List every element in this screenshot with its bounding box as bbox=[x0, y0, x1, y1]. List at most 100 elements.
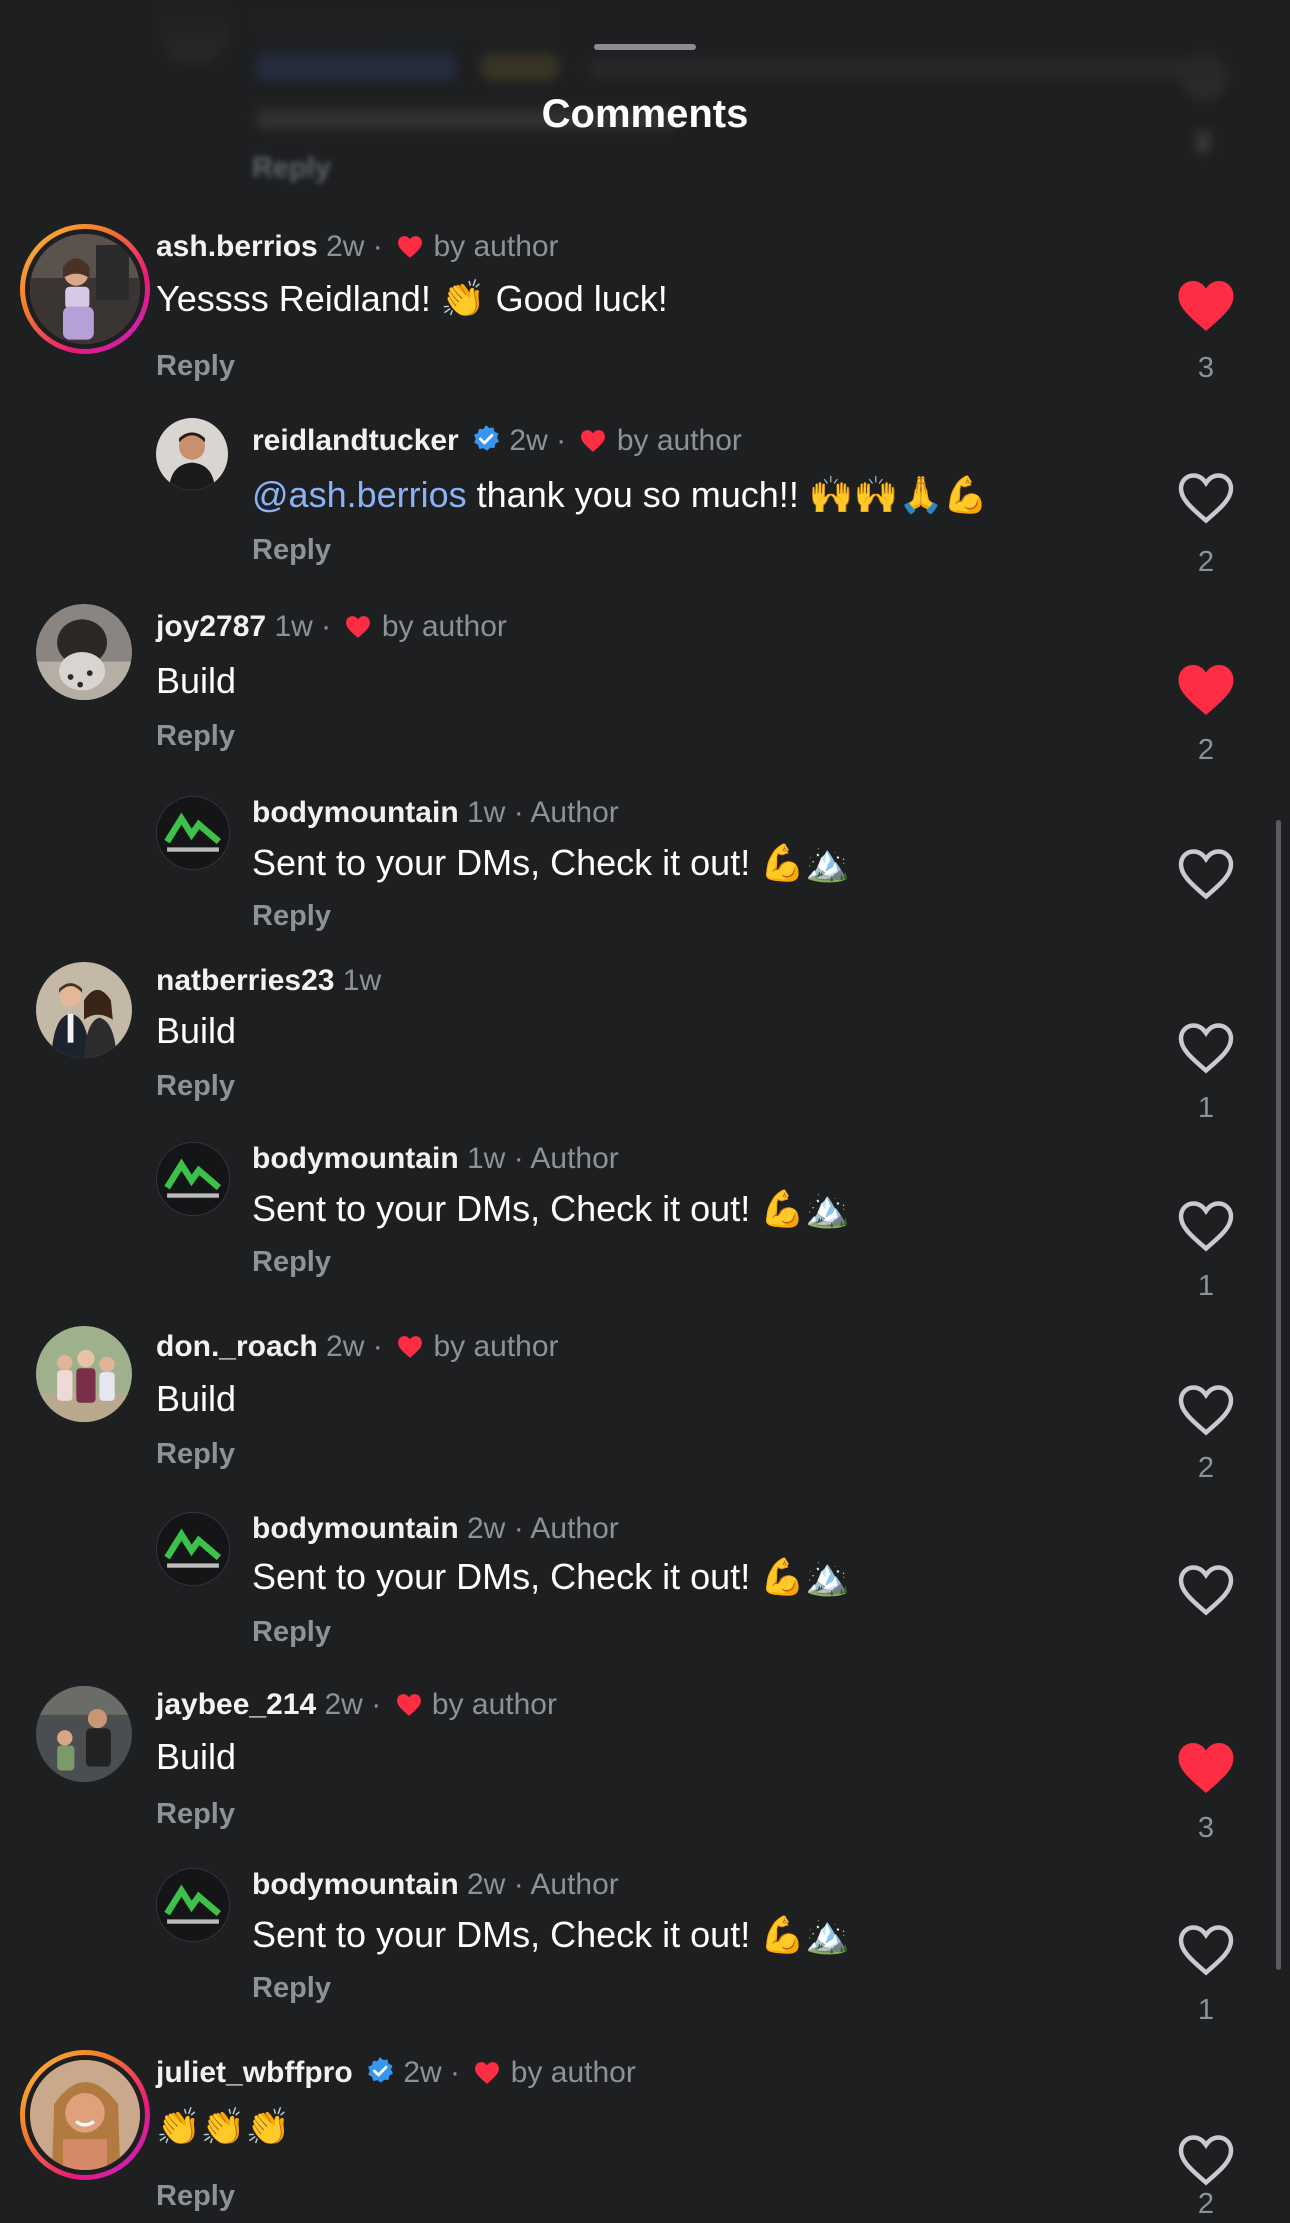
comment-text: Build bbox=[156, 1736, 237, 1777]
author-label: Author bbox=[530, 1868, 619, 1901]
body-mountain-logo-icon bbox=[157, 1143, 229, 1215]
separator-dot: · bbox=[372, 1330, 383, 1363]
timestamp: 1w bbox=[342, 964, 382, 997]
avatar-photo bbox=[36, 604, 132, 700]
like-count: 2 bbox=[1197, 1452, 1215, 1484]
like-count: 3 bbox=[1197, 352, 1215, 384]
comment-text: Build bbox=[156, 1010, 237, 1051]
username[interactable]: ash.berrios bbox=[156, 230, 318, 263]
separator-dot: · bbox=[556, 424, 567, 457]
comments-sheet: Reply Comments ash.berrios 2w · by autho… bbox=[0, 0, 1290, 2223]
heart-icon[interactable] bbox=[1176, 844, 1236, 904]
like-count: 1 bbox=[1197, 1092, 1215, 1124]
reply-button[interactable]: Reply bbox=[156, 2180, 235, 2213]
username[interactable]: bodymountain bbox=[252, 1142, 459, 1175]
like-count: 3 bbox=[1197, 1812, 1215, 1844]
username[interactable]: don._roach bbox=[156, 1330, 318, 1363]
comment-meta: natberries23 1w bbox=[156, 964, 381, 998]
avatar-photo bbox=[156, 418, 228, 490]
comment-meta: joy2787 1w · by author bbox=[156, 610, 507, 644]
sheet-grabber-handle[interactable] bbox=[594, 44, 696, 50]
heart-icon[interactable] bbox=[1176, 1380, 1236, 1440]
comment-text: @ash.berrios thank you so much!! 🙌🙌🙏💪 bbox=[252, 474, 988, 516]
separator-dot: · bbox=[513, 1142, 524, 1175]
reply-button[interactable]: Reply bbox=[156, 1070, 235, 1103]
separator-dot: · bbox=[321, 610, 332, 643]
reply-button[interactable]: Reply bbox=[156, 720, 235, 753]
reply-button[interactable]: Reply bbox=[156, 1438, 235, 1471]
reply-button[interactable]: Reply bbox=[252, 900, 331, 933]
avatar[interactable] bbox=[36, 1686, 132, 1782]
verified-badge-icon bbox=[474, 425, 500, 451]
username[interactable]: reidlandtucker bbox=[252, 424, 459, 457]
separator-dot: · bbox=[513, 1868, 524, 1901]
reply-button[interactable]: Reply bbox=[252, 1616, 331, 1649]
comment-meta: bodymountain 2w · Author bbox=[252, 1868, 619, 1902]
avatar[interactable] bbox=[156, 1868, 230, 1942]
like-count: 2 bbox=[1197, 546, 1215, 578]
avatar-photo bbox=[36, 962, 132, 1058]
reply-button[interactable]: Reply bbox=[252, 534, 331, 567]
avatar[interactable] bbox=[20, 2050, 150, 2180]
comment-meta: ash.berrios 2w · by author bbox=[156, 230, 559, 264]
avatar-photo bbox=[30, 234, 140, 344]
heart-icon[interactable] bbox=[1176, 1920, 1236, 1980]
small-heart-icon bbox=[475, 2062, 500, 2084]
timestamp: 2w bbox=[403, 2056, 442, 2089]
heart-icon[interactable] bbox=[1176, 2130, 1236, 2190]
small-heart-icon bbox=[346, 616, 371, 638]
avatar[interactable] bbox=[156, 1142, 230, 1216]
heart-icon[interactable] bbox=[1176, 660, 1236, 720]
avatar[interactable] bbox=[156, 1512, 230, 1586]
avatar[interactable] bbox=[156, 418, 228, 490]
like-count: 1 bbox=[1197, 1994, 1215, 2026]
heart-icon[interactable] bbox=[1176, 1738, 1236, 1798]
avatar[interactable] bbox=[36, 962, 132, 1058]
like-count: 2 bbox=[1197, 734, 1215, 766]
reply-button[interactable]: Reply bbox=[156, 350, 235, 383]
comment-meta: jaybee_214 2w · by author bbox=[156, 1688, 557, 1722]
heart-icon[interactable] bbox=[1176, 1196, 1236, 1256]
username[interactable]: bodymountain bbox=[252, 796, 459, 829]
comment-text: Build bbox=[156, 1378, 237, 1419]
mention-link[interactable]: @ash.berrios bbox=[252, 474, 467, 515]
liked-by-author-label: by author bbox=[616, 424, 742, 457]
comment-text: Sent to your DMs, Check it out! 💪🏔️ bbox=[252, 1188, 850, 1229]
heart-icon[interactable] bbox=[1176, 468, 1236, 528]
body-mountain-logo-icon bbox=[157, 1513, 229, 1585]
reply-button[interactable]: Reply bbox=[252, 1246, 331, 1279]
previous-comment-reply-link[interactable]: Reply bbox=[252, 152, 331, 185]
small-heart-icon bbox=[398, 1336, 423, 1358]
avatar-photo bbox=[30, 2060, 140, 2170]
timestamp: 1w bbox=[467, 796, 506, 829]
username[interactable]: bodymountain bbox=[252, 1868, 459, 1901]
comment-meta: reidlandtucker 2w · by author bbox=[252, 424, 742, 458]
reply-button[interactable]: Reply bbox=[156, 1798, 235, 1831]
comment-meta: bodymountain 1w · Author bbox=[252, 796, 619, 830]
body-mountain-logo-icon bbox=[157, 1869, 229, 1941]
comment-text: Build bbox=[156, 660, 237, 701]
username[interactable]: joy2787 bbox=[156, 610, 266, 643]
username[interactable]: jaybee_214 bbox=[156, 1688, 316, 1721]
heart-icon[interactable] bbox=[1176, 276, 1236, 336]
heart-icon[interactable] bbox=[1176, 1018, 1236, 1078]
username[interactable]: juliet_wbffpro bbox=[156, 2056, 353, 2089]
timestamp: 2w bbox=[326, 230, 365, 263]
scrollbar[interactable] bbox=[1276, 820, 1281, 1970]
reply-button[interactable]: Reply bbox=[252, 1972, 331, 2005]
username[interactable]: bodymountain bbox=[252, 1512, 459, 1545]
author-label: Author bbox=[530, 1142, 619, 1175]
liked-by-author-label: by author bbox=[510, 2056, 636, 2089]
timestamp: 2w bbox=[326, 1330, 365, 1363]
avatar[interactable] bbox=[36, 604, 132, 700]
avatar[interactable] bbox=[36, 1326, 132, 1422]
heart-icon[interactable] bbox=[1176, 1560, 1236, 1620]
separator-dot: · bbox=[513, 1512, 524, 1545]
avatar[interactable] bbox=[156, 796, 230, 870]
timestamp: 2w bbox=[467, 1868, 506, 1901]
timestamp: 1w bbox=[274, 610, 313, 643]
small-heart-icon bbox=[581, 430, 606, 452]
avatar[interactable] bbox=[20, 224, 150, 354]
comment-text: Sent to your DMs, Check it out! 💪🏔️ bbox=[252, 1914, 850, 1955]
username[interactable]: natberries23 bbox=[156, 964, 334, 997]
